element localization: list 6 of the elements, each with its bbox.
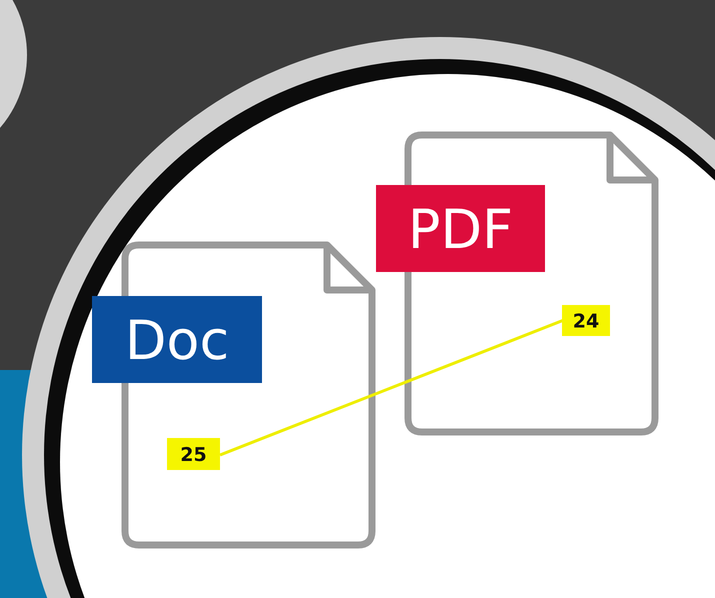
file-type-label: Doc <box>124 308 230 372</box>
marker-number: 25 <box>180 444 207 466</box>
marker-background <box>167 438 220 470</box>
marker-number: 24 <box>572 310 600 332</box>
marker-background <box>562 305 610 336</box>
file-type-label: PDF <box>408 198 514 261</box>
